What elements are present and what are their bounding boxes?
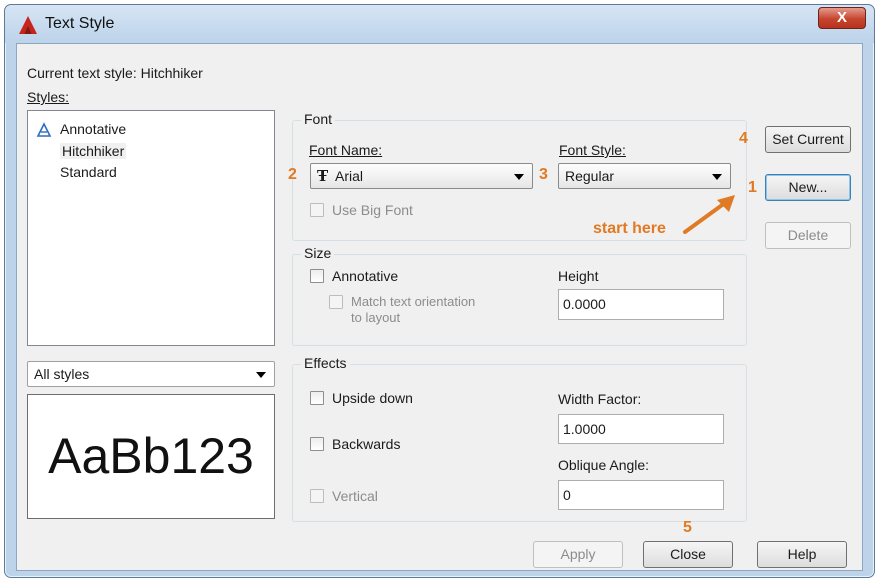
- style-name: Annotative: [60, 121, 127, 137]
- annotative-icon: [36, 122, 52, 137]
- annotation-step-5: 5: [683, 519, 692, 536]
- backwards-label: Backwards: [332, 436, 401, 452]
- annotation-step-2: 2: [288, 166, 297, 183]
- vertical-checkbox[interactable]: [310, 489, 324, 503]
- window-close-button[interactable]: X: [818, 7, 866, 29]
- use-big-font-checkbox[interactable]: [310, 203, 324, 217]
- current-style-label: Current text style:: [27, 65, 137, 81]
- font-group-title: Font: [301, 111, 336, 127]
- current-style-value: Hitchhiker: [140, 65, 203, 81]
- upside-down-checkbox[interactable]: [310, 391, 324, 405]
- title-bar: Text Style X: [5, 5, 874, 43]
- use-big-font-label: Use Big Font: [332, 202, 413, 218]
- apply-button[interactable]: Apply: [533, 541, 623, 568]
- annotative-checkbox[interactable]: [310, 269, 324, 283]
- upside-down-label: Upside down: [332, 390, 413, 406]
- font-style-label: Font Style:: [559, 142, 626, 158]
- font-name-dropdown[interactable]: Ŧ Arial: [310, 163, 533, 189]
- font-style-dropdown[interactable]: Regular: [558, 163, 731, 189]
- chevron-down-icon: [514, 174, 524, 180]
- font-style-value: Regular: [565, 168, 615, 184]
- close-button[interactable]: Close: [643, 541, 733, 568]
- annotative-label: Annotative: [332, 268, 399, 284]
- height-label: Height: [558, 268, 599, 284]
- chevron-down-icon: [712, 174, 722, 180]
- delete-button[interactable]: Delete: [765, 222, 851, 249]
- window-title: Text Style: [45, 15, 115, 32]
- match-orientation-label: Match text orientation to layout: [351, 294, 476, 325]
- styles-filter-dropdown[interactable]: All styles: [27, 361, 275, 387]
- dialog-client-area: Current text style: Hitchhiker Styles: A…: [16, 43, 863, 571]
- text-style-dialog: Text Style X Current text style: Hitchhi…: [4, 4, 875, 578]
- arrow-icon: [683, 195, 735, 234]
- list-item-selected[interactable]: Hitchhiker: [60, 143, 127, 159]
- size-group-title: Size: [301, 245, 335, 261]
- styles-label: Styles:: [27, 89, 70, 105]
- help-button[interactable]: Help: [757, 541, 847, 568]
- height-input[interactable]: 0.0000: [558, 289, 724, 320]
- new-button[interactable]: New...: [765, 174, 851, 201]
- styles-filter-value: All styles: [34, 366, 90, 382]
- oblique-angle-input[interactable]: 0: [558, 480, 724, 510]
- effects-group-title: Effects: [301, 355, 350, 371]
- annotation-start-here: start here: [593, 220, 666, 237]
- vertical-label: Vertical: [332, 488, 378, 504]
- style-preview: AaBb123: [27, 394, 275, 519]
- backwards-checkbox[interactable]: [310, 437, 324, 451]
- width-factor-label: Width Factor:: [558, 391, 642, 407]
- font-name-value: Arial: [335, 168, 364, 184]
- truetype-icon: Ŧ: [317, 167, 329, 185]
- list-item[interactable]: Standard: [60, 164, 117, 180]
- annotation-step-3: 3: [539, 166, 548, 183]
- set-current-button[interactable]: Set Current: [765, 126, 851, 153]
- oblique-angle-label: Oblique Angle:: [558, 457, 650, 473]
- annotation-step-1: 1: [748, 179, 757, 196]
- annotation-step-4: 4: [739, 130, 748, 147]
- styles-list[interactable]: Annotative Hitchhiker Standard: [27, 110, 275, 346]
- font-name-label: Font Name:: [309, 142, 383, 158]
- current-style-row: Current text style: Hitchhiker: [27, 65, 203, 81]
- autocad-logo-icon: [19, 16, 37, 34]
- chevron-down-icon: [256, 372, 266, 378]
- match-orientation-checkbox[interactable]: [329, 295, 343, 309]
- width-factor-input[interactable]: 1.0000: [558, 414, 724, 444]
